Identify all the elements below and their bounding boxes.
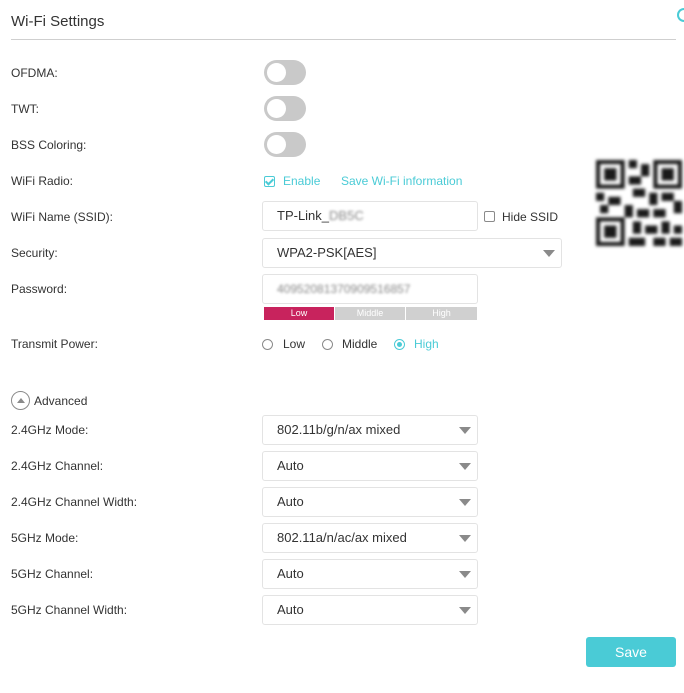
width-5-select[interactable]: Auto: [262, 595, 478, 625]
channel-5-label: 5GHz Channel:: [11, 567, 94, 581]
channel-24-label: 2.4GHz Channel:: [11, 459, 104, 473]
qr-code-icon: [596, 160, 682, 246]
chevron-down-icon: [543, 250, 555, 257]
power-high-label[interactable]: High: [414, 337, 439, 351]
toggle-knob: [267, 99, 286, 118]
mode-24-select[interactable]: 802.11b/g/n/ax mixed: [262, 415, 478, 445]
save-button[interactable]: Save: [586, 637, 676, 667]
toggle-knob: [267, 63, 286, 82]
ofdma-label: OFDMA:: [11, 66, 58, 80]
transmit-power-label: Transmit Power:: [11, 337, 98, 351]
strength-low: Low: [264, 307, 334, 320]
enable-label[interactable]: Enable: [283, 174, 320, 188]
password-input[interactable]: 40952081370909516857: [262, 274, 478, 304]
power-middle-radio[interactable]: [322, 339, 333, 350]
password-label: Password:: [11, 282, 68, 296]
power-high-radio[interactable]: [394, 339, 405, 350]
channel-24-value: Auto: [277, 458, 304, 473]
bss-coloring-label: BSS Coloring:: [11, 138, 87, 152]
chevron-down-icon: [459, 571, 471, 578]
width-5-value: Auto: [277, 602, 304, 617]
ofdma-toggle[interactable]: [264, 60, 306, 85]
mode-5-value: 802.11a/n/ac/ax mixed: [277, 530, 407, 545]
width-24-value: Auto: [277, 494, 304, 509]
advanced-toggle-label[interactable]: Advanced: [34, 394, 87, 408]
enable-checkbox[interactable]: [264, 176, 275, 187]
wifi-radio-label: WiFi Radio:: [11, 174, 74, 188]
security-value: WPA2-PSK[AES]: [277, 245, 377, 260]
strength-middle: Middle: [335, 307, 405, 320]
page-title: Wi-Fi Settings: [11, 13, 105, 30]
width-5-label: 5GHz Channel Width:: [11, 603, 128, 617]
channel-24-select[interactable]: Auto: [262, 451, 478, 481]
title-divider: [11, 39, 676, 40]
chevron-up-circle-icon[interactable]: [11, 391, 30, 410]
ssid-value: TP-Link_: [277, 208, 330, 223]
bss-coloring-toggle[interactable]: [264, 132, 306, 157]
mode-5-label: 5GHz Mode:: [11, 531, 79, 545]
ssid-label: WiFi Name (SSID):: [11, 210, 113, 224]
mode-5-select[interactable]: 802.11a/n/ac/ax mixed: [262, 523, 478, 553]
width-24-label: 2.4GHz Channel Width:: [11, 495, 138, 509]
chevron-down-icon: [459, 607, 471, 614]
width-24-select[interactable]: Auto: [262, 487, 478, 517]
toggle-knob: [267, 135, 286, 154]
chevron-down-icon: [459, 463, 471, 470]
strength-high: High: [406, 307, 477, 320]
security-select[interactable]: WPA2-PSK[AES]: [262, 238, 562, 268]
chevron-down-icon: [459, 499, 471, 506]
mode-24-value: 802.11b/g/n/ax mixed: [277, 422, 401, 437]
security-label: Security:: [11, 246, 58, 260]
ssid-input[interactable]: TP-Link_DB5C: [262, 201, 478, 231]
twt-label: TWT:: [11, 102, 39, 116]
password-value: 40952081370909516857: [277, 282, 411, 296]
mode-24-label: 2.4GHz Mode:: [11, 423, 89, 437]
hide-ssid-label[interactable]: Hide SSID: [502, 210, 558, 224]
chevron-down-icon: [459, 535, 471, 542]
hide-ssid-checkbox[interactable]: [484, 211, 495, 222]
power-middle-label[interactable]: Middle: [342, 337, 377, 351]
channel-5-select[interactable]: Auto: [262, 559, 478, 589]
help-icon[interactable]: [677, 8, 684, 22]
power-low-radio[interactable]: [262, 339, 273, 350]
twt-toggle[interactable]: [264, 96, 306, 121]
chevron-down-icon: [459, 427, 471, 434]
channel-5-value: Auto: [277, 566, 304, 581]
ssid-value-blurred: DB5C: [329, 208, 364, 223]
power-low-label[interactable]: Low: [283, 337, 305, 351]
save-wifi-info-link[interactable]: Save Wi-Fi information: [341, 174, 462, 188]
